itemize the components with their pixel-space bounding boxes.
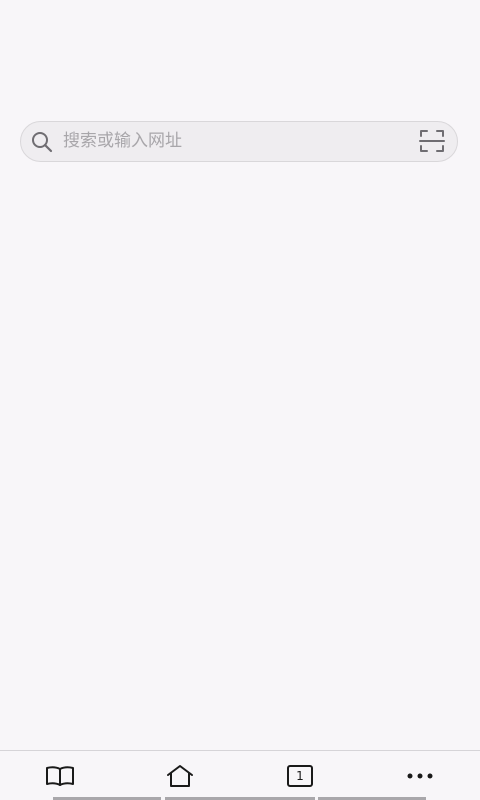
book-icon (46, 765, 74, 786)
scan-icon[interactable] (419, 129, 445, 153)
tabs-icon: 1 (286, 764, 314, 788)
search-icon (32, 132, 53, 153)
search-input[interactable] (63, 122, 403, 160)
bottom-navigation-bar: 1 (0, 750, 480, 800)
more-icon (407, 773, 433, 778)
search-bar[interactable] (20, 121, 458, 162)
bookmarks-button[interactable] (0, 751, 120, 800)
more-menu-button[interactable] (360, 751, 480, 800)
home-button[interactable] (120, 751, 240, 800)
tabs-button[interactable]: 1 (240, 751, 360, 800)
tab-count: 1 (296, 768, 304, 783)
home-icon (167, 764, 193, 787)
browser-home-screen: 1 (0, 0, 480, 800)
